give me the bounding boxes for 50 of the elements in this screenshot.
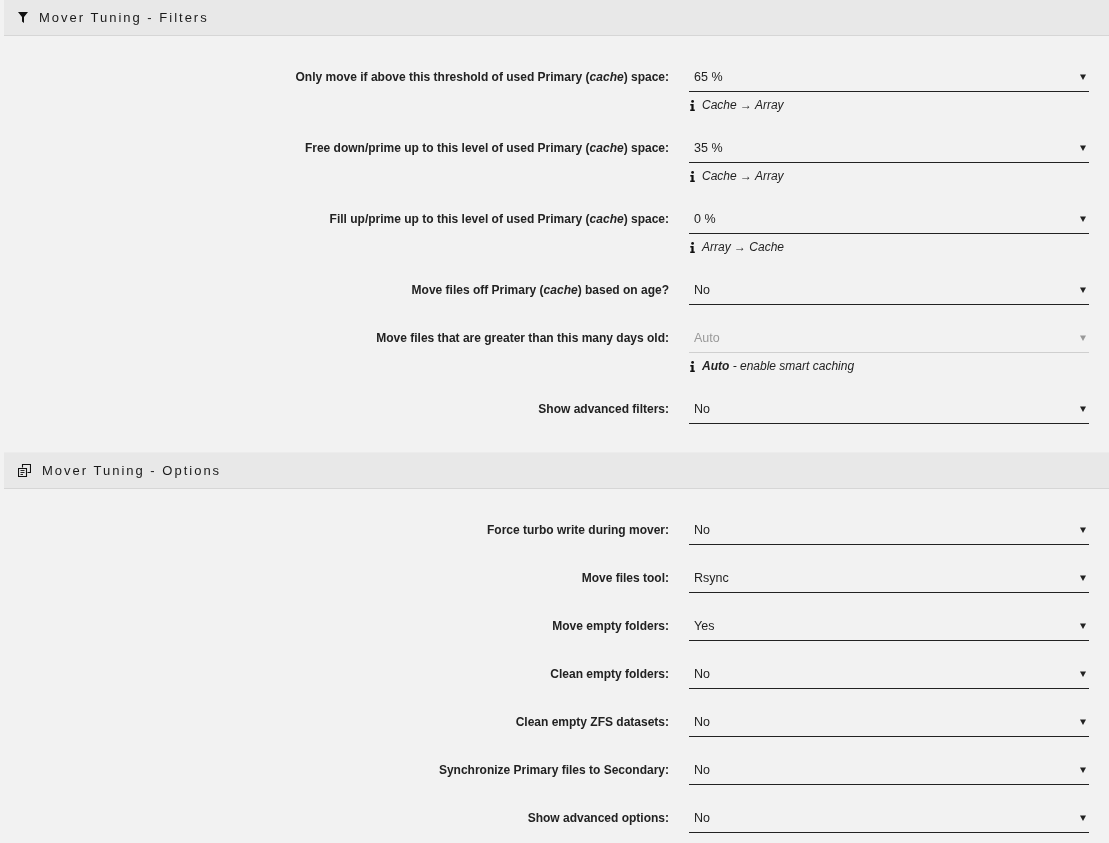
field-label: Force turbo write during mover: [486, 522, 669, 539]
field-label: Only move if above this threshold of used Primary (cache) space: [294, 69, 669, 86]
field-label: Move files off Primary (cache) based on age? [410, 282, 669, 299]
caret-icon [1080, 215, 1086, 222]
info-icon [690, 360, 695, 372]
filter-icon [18, 12, 28, 23]
caret-icon [1080, 73, 1086, 80]
caret-icon [1080, 144, 1086, 151]
hint-text: Cache → Array [702, 169, 784, 183]
dropdown[interactable]: No [689, 707, 1089, 737]
caret-icon [1080, 574, 1086, 581]
dropdown[interactable]: No [689, 659, 1089, 689]
caret-icon [1080, 334, 1086, 341]
field-label: Clean empty ZFS datasets: [514, 714, 669, 731]
info-icon [690, 241, 695, 253]
field-label: Move files that are greater than this many days old: [375, 330, 669, 347]
dropdown[interactable]: 65 % [689, 62, 1089, 92]
field-label: Clean empty folders: [549, 666, 669, 683]
info-icon [690, 170, 695, 182]
caret-icon [1080, 622, 1086, 629]
field-label: Fill up/prime up to this level of used Primary (cache) space: [328, 211, 669, 228]
copy-icon [18, 464, 31, 477]
field-label: Synchronize Primary files to Secondary: [437, 762, 669, 779]
dropdown[interactable]: Yes [689, 611, 1089, 641]
caret-icon [1080, 670, 1086, 677]
dropdown[interactable]: No [689, 394, 1089, 424]
caret-icon [1080, 286, 1086, 293]
field-label: Show advanced options: [526, 810, 669, 827]
dropdown[interactable]: No [689, 755, 1089, 785]
hint-text: Array → Cache [702, 240, 785, 254]
dropdown[interactable]: No [689, 515, 1089, 545]
field-label: Free down/prime up to this level of used Primary (cache) space: [303, 140, 669, 157]
caret-icon [1080, 766, 1086, 773]
caret-icon [1080, 814, 1086, 821]
field-label: Show advanced filters: [537, 401, 669, 418]
hint-text: Auto - enable smart caching [702, 359, 855, 373]
info-icon [690, 99, 695, 111]
dropdown[interactable]: 0 % [689, 204, 1089, 234]
dropdown[interactable]: No [689, 803, 1089, 833]
caret-icon [1080, 526, 1086, 533]
caret-icon [1080, 718, 1086, 725]
dropdown[interactable]: Rsync [689, 563, 1089, 593]
dropdown[interactable]: 35 % [689, 133, 1089, 163]
dropdown[interactable]: No [689, 275, 1089, 305]
caret-icon [1080, 405, 1086, 412]
field-label: Move empty folders: [551, 618, 669, 635]
section-title: Mover Tuning - Filters [39, 10, 209, 25]
section-title: Mover Tuning - Options [42, 463, 222, 478]
field-label: Move files tool: [580, 570, 669, 587]
hint-text: Cache → Array [702, 98, 784, 112]
